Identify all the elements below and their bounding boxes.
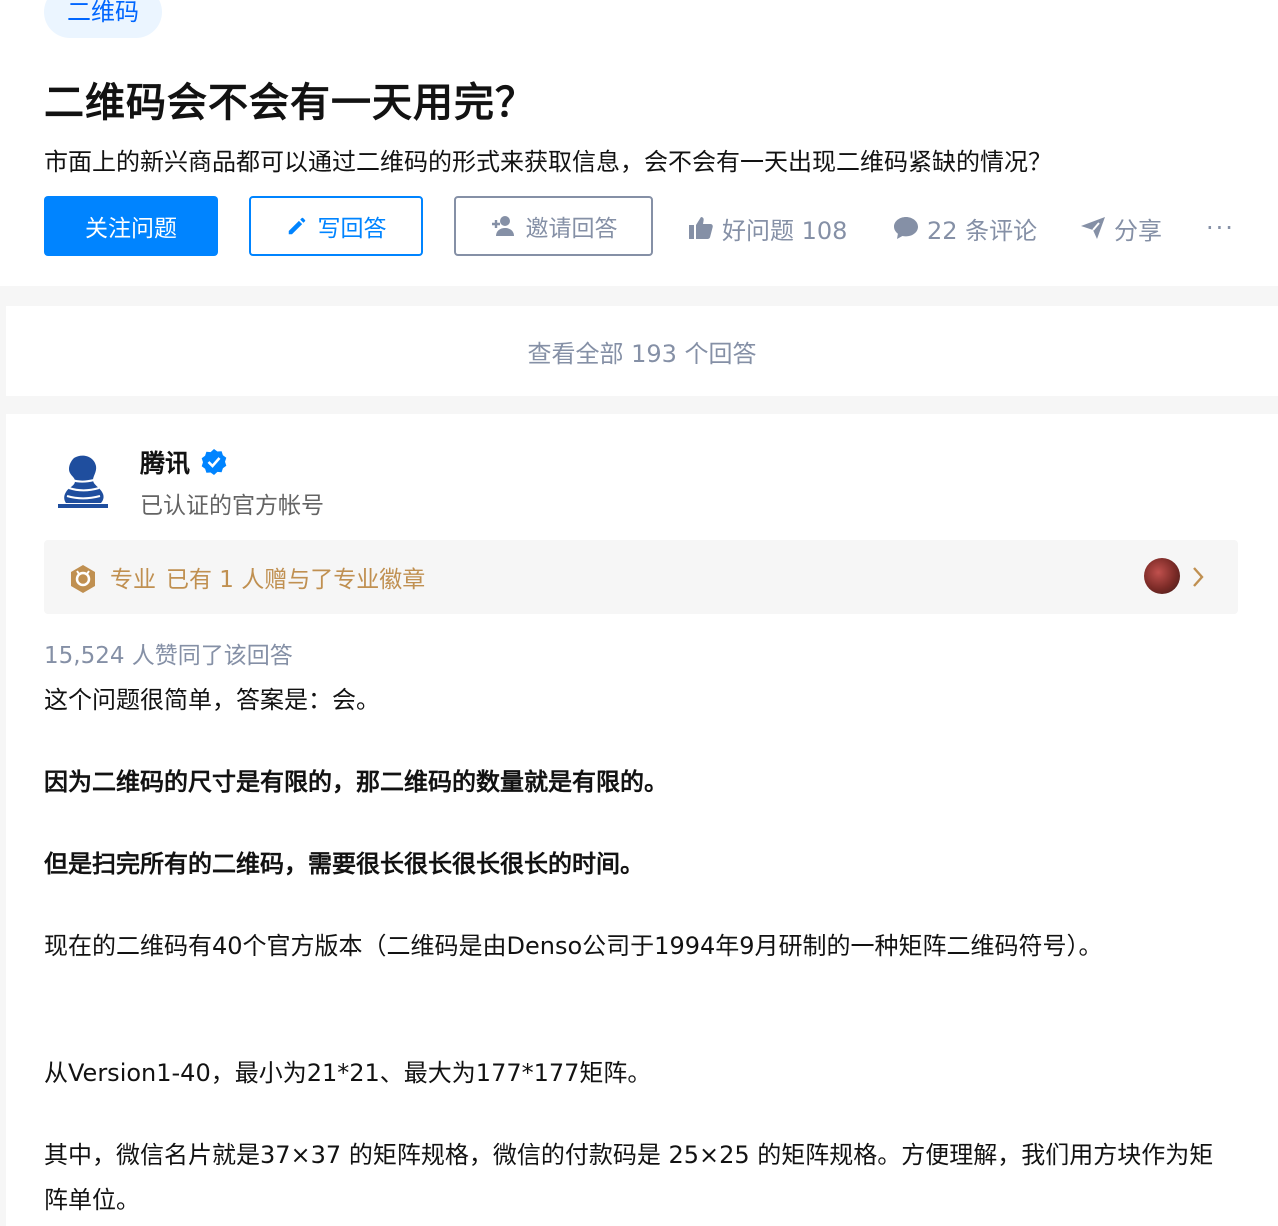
pencil-icon (288, 217, 305, 235)
answer-paragraph: 但是扫完所有的二维码，需要很长很长很长很长的时间。 (44, 850, 644, 878)
answer-paragraph: 因为二维码的尺寸是有限的，那二维码的数量就是有限的。 (44, 768, 668, 796)
author-name[interactable]: 腾讯 (140, 444, 228, 480)
vote-count: 15,524 人赞同了该回答 (44, 643, 293, 669)
good-question-label: 好问题 108 (722, 216, 848, 245)
verified-badge-icon (201, 449, 227, 475)
answer-paragraph: 从Version1-40，最小为21*21、最大为177*177矩阵。 (44, 1059, 652, 1087)
question-card: 二维码 二维码会不会有一天用完？ 市面上的新兴商品都可以通过二维码的形式来获取信… (0, 0, 1278, 286)
send-icon (1081, 217, 1105, 239)
badge-description: 已有 1 人赠与了专业徽章 (166, 567, 426, 593)
answer-paragraph: 这个问题很简单，答案是：会。 (44, 686, 380, 714)
answer-paragraph: 其中，微信名片就是37×37 的矩阵规格，微信的付款码是 25×25 的矩阵规格… (44, 1141, 1214, 1214)
write-answer-button[interactable]: 写回答 (249, 196, 423, 256)
view-all-answers-link[interactable]: 查看全部 193 个回答 (6, 306, 1278, 396)
write-answer-label: 写回答 (317, 216, 387, 242)
chevron-right-icon[interactable] (1190, 564, 1206, 590)
comment-bubble-icon (894, 217, 918, 239)
badge-giver-avatar[interactable] (1144, 558, 1180, 594)
follow-question-button[interactable]: 关注问题 (44, 196, 218, 256)
question-title: 二维码会不会有一天用完？ (44, 80, 536, 126)
author-avatar[interactable] (52, 450, 114, 512)
comments-label: 22 条评论 (927, 216, 1038, 245)
add-user-icon (491, 216, 514, 236)
more-options-button[interactable]: ··· (1206, 208, 1235, 248)
invite-answer-label: 邀请回答 (525, 216, 618, 242)
badge-bar[interactable]: 专业 已有 1 人赠与了专业徽章 (44, 540, 1238, 614)
follow-question-label: 关注问题 (85, 216, 177, 242)
invite-answer-button[interactable]: 邀请回答 (454, 196, 653, 256)
topic-tag[interactable]: 二维码 (44, 0, 162, 38)
comments-button[interactable]: 22 条评论 (893, 208, 1037, 248)
share-label: 分享 (1114, 216, 1162, 245)
answer-paragraph: 现在的二维码有40个官方版本（二维码是由Denso公司于1994年9月研制的一种… (44, 932, 1103, 960)
good-question-button[interactable]: 好问题 108 (688, 208, 847, 248)
author-name-text: 腾讯 (140, 449, 191, 478)
badge-icon (71, 565, 95, 593)
author-description: 已认证的官方帐号 (140, 493, 324, 519)
badge-text: 专业 已有 1 人赠与了专业徽章 (110, 560, 425, 594)
share-button[interactable]: 分享 (1080, 208, 1162, 248)
answer-card: 腾讯 已认证的官方帐号 专业 已有 1 人赠与了专业徽章 15,524 人赞同了该… (6, 414, 1278, 1226)
thumbs-up-icon (689, 217, 713, 239)
badge-type: 专业 (110, 567, 156, 593)
question-detail: 市面上的新兴商品都可以通过二维码的形式来获取信息，会不会有一天出现二维码紧缺的情… (44, 148, 1052, 176)
